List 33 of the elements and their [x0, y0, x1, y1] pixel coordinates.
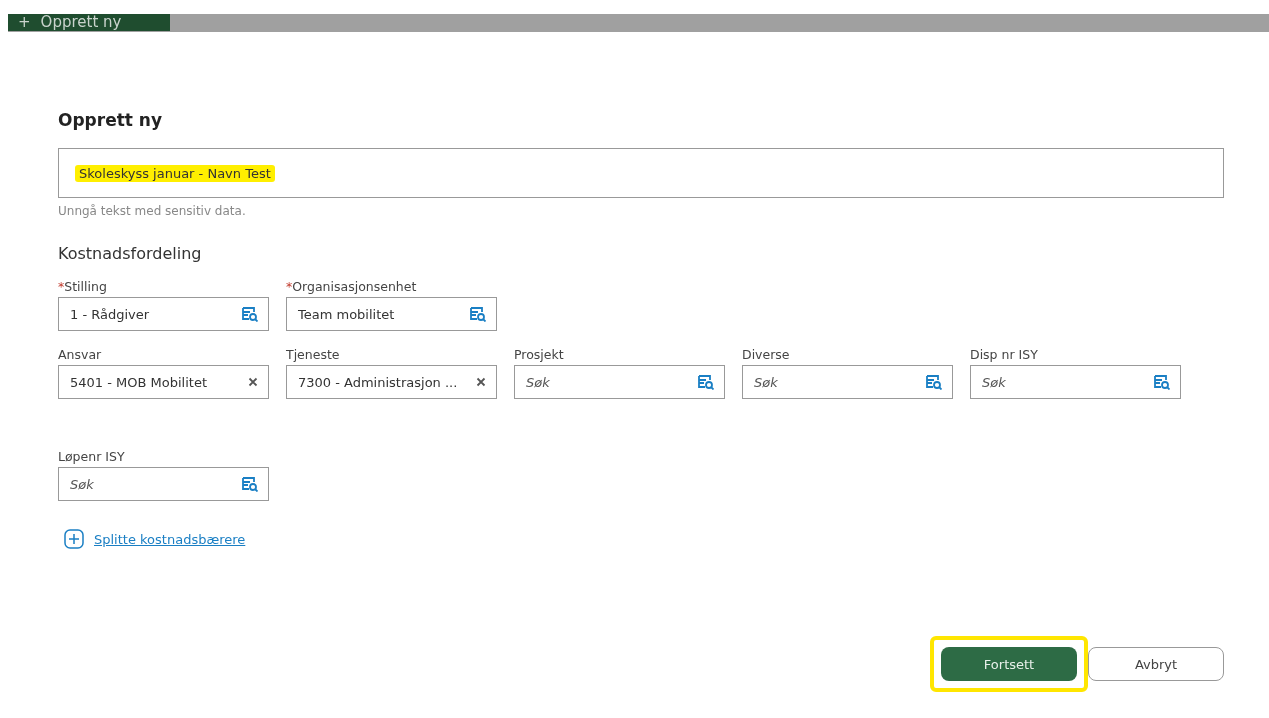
- name-field[interactable]: Skoleskyss januar - Navn Test: [58, 148, 1224, 198]
- field-label: Diverse: [742, 347, 791, 364]
- field-label: *Stilling: [58, 279, 108, 296]
- search-icon[interactable]: [926, 374, 942, 390]
- lookup-field[interactable]: Søk: [970, 365, 1181, 399]
- lookup-field[interactable]: Søk: [742, 365, 953, 399]
- hint-text: Unngå tekst med sensitiv data.: [58, 204, 247, 218]
- field-label: *Organisasjonsenhet: [286, 279, 418, 296]
- split-link[interactable]: Splitte kostnadsbærere: [94, 531, 246, 547]
- section-title: Kostnadsfordeling: [58, 244, 203, 263]
- field-label: Disp nr ISY: [970, 347, 1039, 364]
- dialog-title: Opprett ny: [58, 110, 164, 130]
- clear-icon[interactable]: [476, 377, 486, 387]
- lookup-field[interactable]: Team mobilitet: [286, 297, 497, 331]
- lookup-field[interactable]: 1 - Rådgiver: [58, 297, 269, 331]
- clear-icon[interactable]: [248, 377, 258, 387]
- search-icon[interactable]: [470, 306, 486, 322]
- field-label: Prosjekt: [514, 347, 565, 364]
- add-icon[interactable]: [64, 529, 84, 549]
- cancel-button[interactable]: Avbryt: [1088, 647, 1224, 681]
- field-label: Ansvar: [58, 347, 103, 364]
- lookup-field[interactable]: 7300 - Administrasjon ...: [286, 365, 497, 399]
- background-tab[interactable]: + Opprett ny: [8, 14, 170, 31]
- lookup-field[interactable]: 5401 - MOB Mobilitet: [58, 365, 269, 399]
- continue-button[interactable]: Fortsett: [941, 647, 1077, 681]
- field-label: Tjeneste: [286, 347, 341, 364]
- search-icon[interactable]: [698, 374, 714, 390]
- lookup-field[interactable]: Søk: [514, 365, 725, 399]
- search-icon[interactable]: [1154, 374, 1170, 390]
- search-icon[interactable]: [242, 306, 258, 322]
- lookup-field[interactable]: Søk: [58, 467, 269, 501]
- search-icon[interactable]: [242, 476, 258, 492]
- field-label: Løpenr ISY: [58, 449, 126, 466]
